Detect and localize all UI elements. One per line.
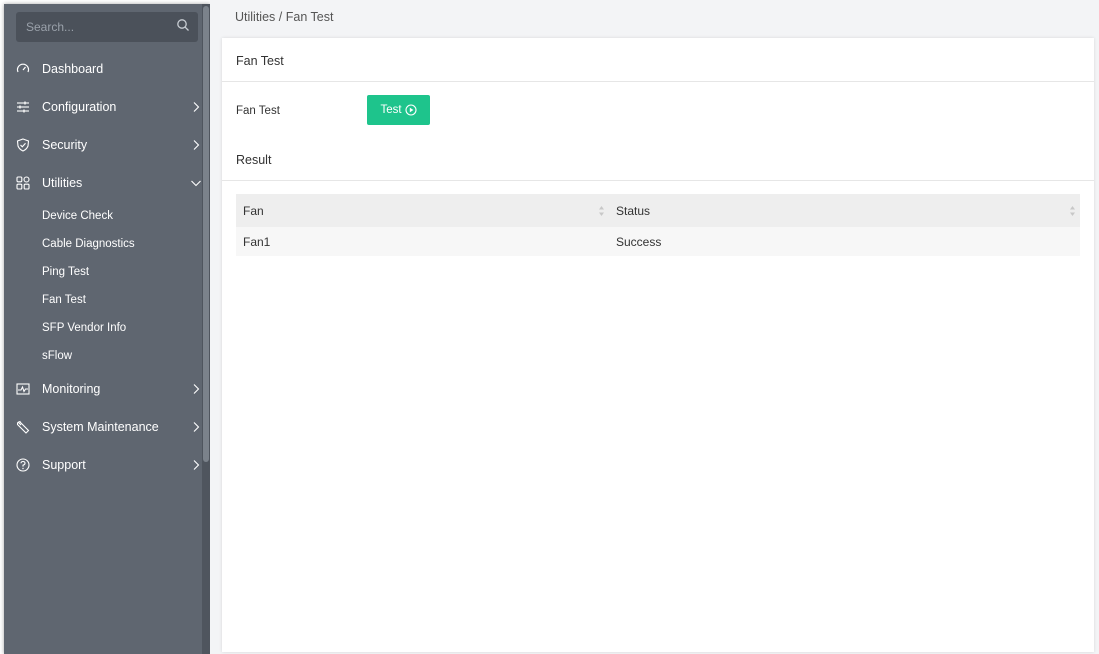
sidebar-subitem-cable-diagnostics[interactable]: Cable Diagnostics <box>4 230 202 258</box>
sidebar-item-monitoring[interactable]: Monitoring <box>4 370 202 408</box>
search-icon[interactable] <box>176 18 190 32</box>
test-button-label: Test <box>380 104 402 116</box>
result-table: Fan Status Fan1 Success <box>236 194 1080 256</box>
sliders-icon <box>16 100 30 114</box>
dashboard-icon <box>16 62 30 76</box>
fan-test-label: Fan Test <box>236 105 280 117</box>
column-header-fan[interactable]: Fan <box>236 194 609 227</box>
sidebar-item-utilities[interactable]: Utilities <box>4 164 202 202</box>
breadcrumb-parent[interactable]: Utilities <box>235 10 275 24</box>
chevron-down-icon <box>191 180 201 187</box>
chevron-right-icon <box>193 384 200 394</box>
sidebar-subitem-sfp-vendor-info[interactable]: SFP Vendor Info <box>4 314 202 342</box>
breadcrumb-current: Fan Test <box>285 10 334 24</box>
sidebar-subitem-device-check[interactable]: Device Check <box>4 202 202 230</box>
search-box[interactable]: Search... <box>16 12 198 42</box>
search-input[interactable]: Search... <box>26 20 74 34</box>
monitor-icon <box>16 382 30 396</box>
play-circle-icon <box>404 104 417 116</box>
sidebar-nav: Dashboard Configuration Security Utiliti… <box>4 50 202 484</box>
sidebar-item-system-maintenance[interactable]: System Maintenance <box>4 408 202 446</box>
sidebar-item-label: Configuration <box>42 100 117 114</box>
table-row: Fan1 Success <box>236 227 1080 256</box>
column-header-status[interactable]: Status <box>609 194 1080 227</box>
table-cell-fan: Fan1 <box>243 234 271 249</box>
table-header: Fan Status <box>236 194 1080 227</box>
result-label: Result <box>236 153 272 167</box>
panel-title: Fan Test <box>222 38 1094 82</box>
chevron-right-icon <box>193 460 200 470</box>
sidebar-item-label: Security <box>42 138 88 152</box>
wrench-icon <box>16 420 30 434</box>
test-button[interactable]: Test <box>367 95 430 125</box>
sidebar: Search... Dashboard Configuration Securi… <box>4 4 210 654</box>
sidebar-subitem-sflow[interactable]: sFlow <box>4 342 202 370</box>
sidebar-scrollbar-thumb[interactable] <box>203 6 209 462</box>
chevron-right-icon <box>193 422 200 432</box>
sort-icon[interactable] <box>1069 205 1076 217</box>
sort-icon[interactable] <box>598 205 605 217</box>
sidebar-item-dashboard[interactable]: Dashboard <box>4 50 202 88</box>
sidebar-item-label: System Maintenance <box>42 420 159 434</box>
sidebar-item-label: Utilities <box>42 176 83 190</box>
sidebar-item-label: Monitoring <box>42 382 101 396</box>
sidebar-item-security[interactable]: Security <box>4 126 202 164</box>
main-content: Utilities / Fan Test Fan Test Fan Test T… <box>210 0 1099 654</box>
divider <box>222 180 1094 181</box>
sidebar-item-configuration[interactable]: Configuration <box>4 88 202 126</box>
sidebar-subitem-fan-test[interactable]: Fan Test <box>4 286 202 314</box>
sidebar-item-label: Support <box>42 458 86 472</box>
grid-icon <box>16 176 30 190</box>
breadcrumb-separator: / <box>278 10 283 24</box>
shield-icon <box>16 138 30 152</box>
fan-test-panel: Fan Test Fan Test Test Result Fan Status <box>222 38 1094 652</box>
column-header-label: Fan <box>243 203 264 218</box>
chevron-right-icon <box>193 140 200 150</box>
sidebar-subitem-ping-test[interactable]: Ping Test <box>4 258 202 286</box>
sidebar-item-label: Dashboard <box>42 62 104 76</box>
table-cell-status: Success <box>616 234 662 249</box>
sidebar-item-support[interactable]: Support <box>4 446 202 484</box>
chevron-right-icon <box>193 102 200 112</box>
help-icon <box>16 458 30 472</box>
column-header-label: Status <box>616 203 651 218</box>
breadcrumb: Utilities / Fan Test <box>235 10 333 24</box>
